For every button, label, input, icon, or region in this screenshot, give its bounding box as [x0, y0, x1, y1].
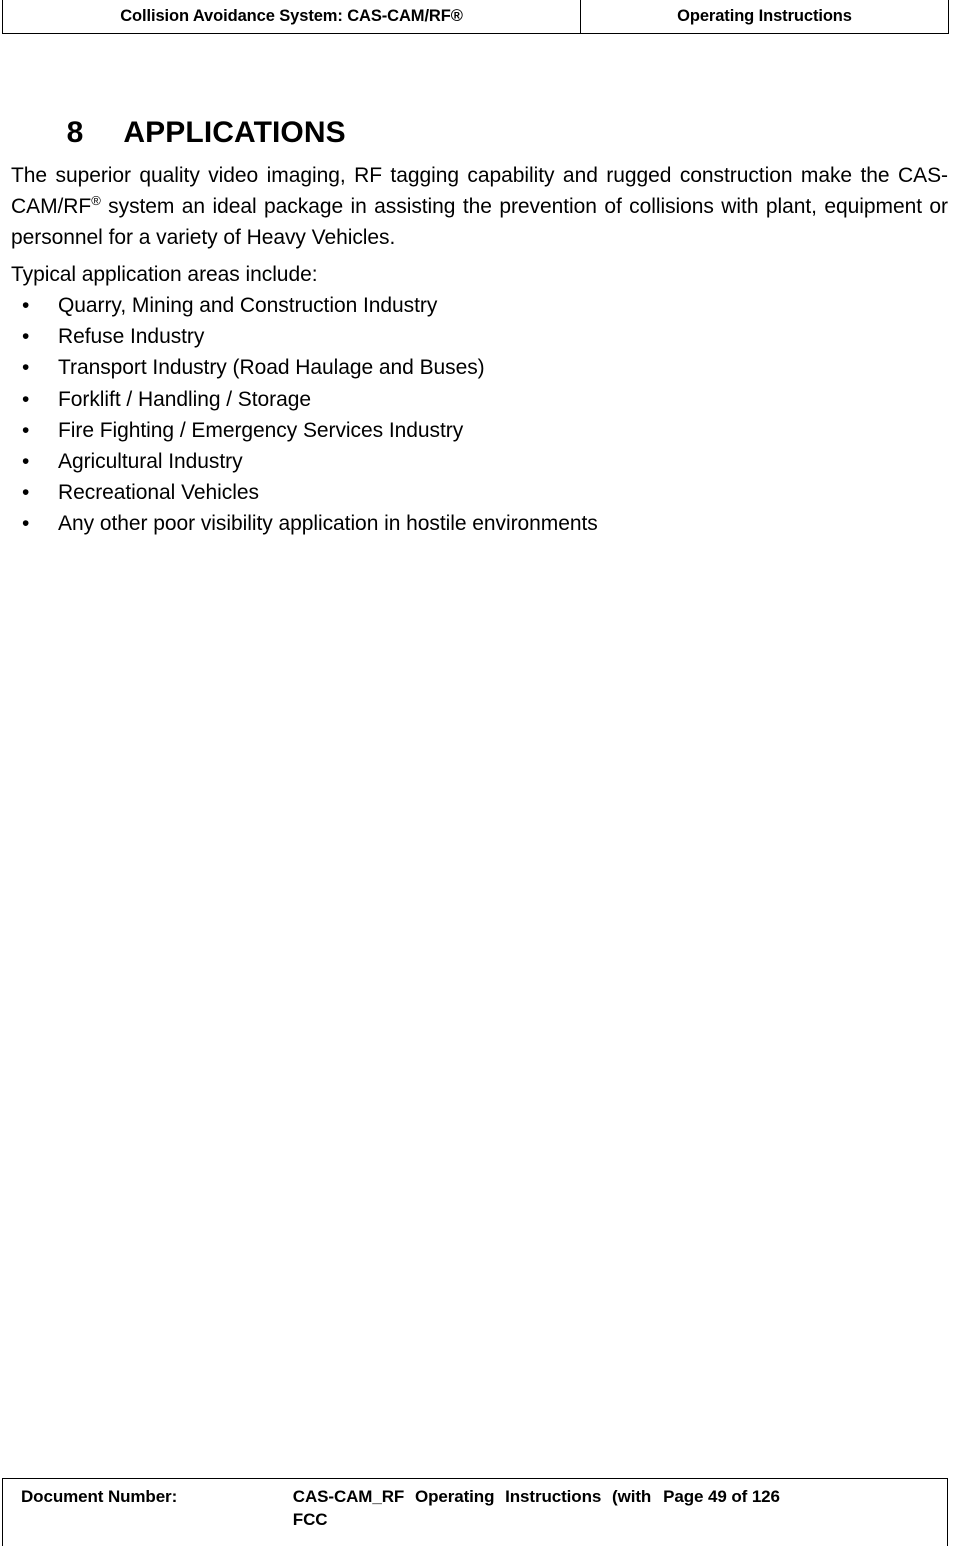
list-item-label: Transport Industry (Road Haulage and Bus… — [58, 356, 485, 380]
page-footer-table: Document Number: CAS-CAM_RF Operating In… — [2, 1478, 948, 1546]
paragraph-text-part-2: system an ideal package in assisting the… — [11, 195, 948, 249]
list-item: • Recreational Vehicles — [11, 477, 598, 508]
bullet-icon: • — [22, 481, 30, 505]
list-item: • Any other poor visibility application i… — [11, 508, 598, 539]
list-item-label: Fire Fighting / Emergency Services Indus… — [58, 418, 464, 442]
list-item-label: Agricultural Industry — [58, 450, 243, 474]
list-item: • Forklift / Handling / Storage — [11, 384, 598, 415]
list-item-label: Refuse Industry — [58, 325, 205, 349]
application-areas-list: • Quarry, Mining and Construction Industr… — [11, 290, 598, 540]
section-heading-text: APPLICATIONS — [123, 116, 346, 149]
footer-document-number-label: Document Number: — [21, 1487, 178, 1506]
bullet-icon: • — [22, 325, 30, 349]
list-item-label: Recreational Vehicles — [58, 481, 259, 505]
list-item: • Quarry, Mining and Construction Industr… — [11, 290, 598, 321]
list-item-label: Forklift / Handling / Storage — [58, 387, 312, 411]
footer-document-number-value: CAS-CAM_RF Operating Instructions (with … — [293, 1479, 653, 1546]
registered-trademark-superscript: ® — [91, 193, 101, 208]
bullet-icon: • — [22, 294, 30, 317]
header-left-title: Collision Avoidance System: CAS-CAM/RF® — [2, 0, 581, 34]
footer-document-filename-line-1: CAS-CAM_RF Operating Instructions (with … — [292, 1487, 652, 1529]
header-row: Collision Avoidance System: CAS-CAM/RF® … — [2, 0, 949, 34]
header-right-title: Operating Instructions — [580, 0, 949, 34]
list-intro-line: Typical application areas include: — [11, 263, 318, 286]
list-item: • Transport Industry (Road Haulage and Bu… — [11, 352, 598, 383]
bullet-icon: • — [22, 418, 30, 442]
footer-row-document-number: Document Number: CAS-CAM_RF Operating In… — [3, 1479, 948, 1546]
bullet-icon: • — [22, 512, 30, 536]
footer-page-number: Page 49 of 126 — [663, 1487, 780, 1506]
list-item: • Fire Fighting / Emergency Services Indu… — [11, 415, 598, 446]
list-item-label: Quarry, Mining and Construction Industry — [58, 294, 438, 317]
list-item-label: Any other poor visibility application in… — [58, 512, 598, 536]
section-number: 8 — [66, 116, 84, 149]
bullet-icon: • — [22, 450, 30, 474]
list-item: • Agricultural Industry — [11, 446, 598, 477]
document-page: Collision Avoidance System: CAS-CAM/RF® … — [0, 0, 957, 1546]
list-item: • Refuse Industry — [11, 321, 598, 352]
bullet-icon: • — [22, 356, 30, 380]
page-header-table: Collision Avoidance System: CAS-CAM/RF® … — [2, 0, 949, 34]
bullet-icon: • — [22, 387, 30, 411]
intro-paragraph: The superior quality video imaging, RF t… — [11, 160, 948, 253]
